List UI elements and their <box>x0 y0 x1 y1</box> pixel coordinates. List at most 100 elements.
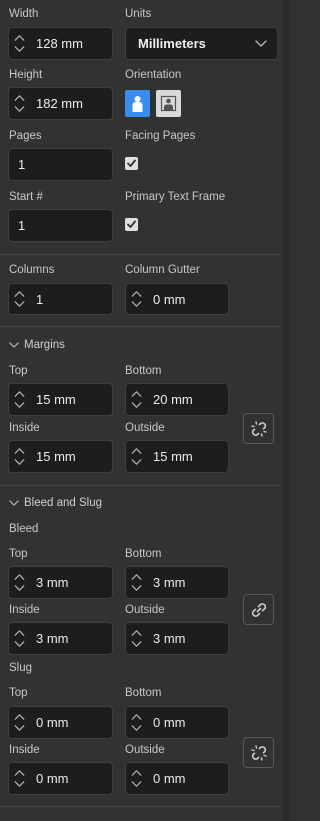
width-stepper[interactable] <box>9 28 32 59</box>
margins-link-button[interactable] <box>243 413 274 444</box>
columns-field[interactable]: 1 <box>8 283 113 315</box>
height-field[interactable]: 182 mm <box>8 87 113 120</box>
landscape-button[interactable] <box>156 90 181 117</box>
column-gutter-value[interactable]: 0 mm <box>149 292 186 307</box>
slug-inside-label: Inside <box>9 744 40 756</box>
height-value[interactable]: 182 mm <box>32 96 83 111</box>
chevron-up-icon[interactable] <box>14 95 25 101</box>
chevron-down-icon[interactable] <box>131 301 142 307</box>
chevron-down-icon[interactable] <box>14 459 25 465</box>
primary-text-frame-checkbox[interactable] <box>125 218 138 231</box>
slug-top-stepper[interactable] <box>9 707 32 738</box>
slug-bottom-value[interactable]: 0 mm <box>149 715 186 730</box>
chevron-up-icon[interactable] <box>14 448 25 454</box>
bleed-top-field[interactable]: 3 mm <box>8 566 113 599</box>
chevron-down-icon[interactable] <box>131 781 142 787</box>
chevron-up-icon[interactable] <box>131 291 142 297</box>
slug-outside-value[interactable]: 0 mm <box>149 771 186 786</box>
chevron-down-icon[interactable] <box>131 641 142 647</box>
chevron-up-icon[interactable] <box>14 574 25 580</box>
slug-inside-value[interactable]: 0 mm <box>32 771 69 786</box>
slug-inside-stepper[interactable] <box>9 763 32 794</box>
bleed-bottom-stepper[interactable] <box>126 567 149 598</box>
width-value[interactable]: 128 mm <box>32 36 83 51</box>
start-field[interactable]: 1 <box>8 209 113 242</box>
slug-bottom-stepper[interactable] <box>126 707 149 738</box>
chevron-down-icon <box>9 342 19 348</box>
column-gutter-stepper[interactable] <box>126 284 149 314</box>
chevron-up-icon[interactable] <box>131 448 142 454</box>
facing-pages-checkbox[interactable] <box>125 157 138 170</box>
chevron-down-icon[interactable] <box>14 585 25 591</box>
chevron-down-icon[interactable] <box>14 781 25 787</box>
chevron-down-icon[interactable] <box>14 725 25 731</box>
chevron-down-icon[interactable] <box>14 641 25 647</box>
portrait-button[interactable] <box>125 90 150 117</box>
bleed-outside-field[interactable]: 3 mm <box>125 622 229 655</box>
chevron-up-icon[interactable] <box>131 770 142 776</box>
margin-inside-value[interactable]: 15 mm <box>32 449 76 464</box>
slug-top-value[interactable]: 0 mm <box>32 715 69 730</box>
slug-top-field[interactable]: 0 mm <box>8 706 113 739</box>
margin-inside-stepper[interactable] <box>9 441 32 472</box>
slug-link-button[interactable] <box>243 737 274 768</box>
column-gutter-field[interactable]: 0 mm <box>125 283 229 315</box>
chevron-down-icon[interactable] <box>14 301 25 307</box>
chevron-down-icon[interactable] <box>14 402 25 408</box>
chevron-down-icon[interactable] <box>131 585 142 591</box>
slug-outside-field[interactable]: 0 mm <box>125 762 229 795</box>
pages-value[interactable]: 1 <box>9 157 25 172</box>
divider <box>0 326 281 327</box>
width-label: Width <box>9 8 39 20</box>
bleed-top-stepper[interactable] <box>9 567 32 598</box>
chevron-down-icon[interactable] <box>131 459 142 465</box>
chevron-up-icon[interactable] <box>131 714 142 720</box>
slug-outside-stepper[interactable] <box>126 763 149 794</box>
margin-top-value[interactable]: 15 mm <box>32 392 76 407</box>
chevron-up-icon[interactable] <box>14 291 25 297</box>
chevron-up-icon[interactable] <box>131 630 142 636</box>
chevron-up-icon[interactable] <box>14 35 25 41</box>
margin-outside-stepper[interactable] <box>126 441 149 472</box>
bleed-bottom-value[interactable]: 3 mm <box>149 575 186 590</box>
chevron-up-icon[interactable] <box>131 574 142 580</box>
start-value[interactable]: 1 <box>9 218 25 233</box>
columns-stepper[interactable] <box>9 284 32 314</box>
chevron-down-icon[interactable] <box>14 46 25 52</box>
margin-bottom-field[interactable]: 20 mm <box>125 383 229 416</box>
margin-outside-field[interactable]: 15 mm <box>125 440 229 473</box>
bleed-bottom-field[interactable]: 3 mm <box>125 566 229 599</box>
units-dropdown[interactable]: Millimeters <box>125 27 278 60</box>
bleed-inside-stepper[interactable] <box>9 623 32 654</box>
height-stepper[interactable] <box>9 88 32 119</box>
chevron-up-icon[interactable] <box>131 391 142 397</box>
chevron-up-icon[interactable] <box>14 391 25 397</box>
chevron-down-icon[interactable] <box>14 106 25 112</box>
bleed-outside-stepper[interactable] <box>126 623 149 654</box>
bleed-link-button[interactable] <box>243 594 274 625</box>
bleed-inside-field[interactable]: 3 mm <box>8 622 113 655</box>
width-field[interactable]: 128 mm <box>8 27 113 60</box>
margin-top-stepper[interactable] <box>9 384 32 415</box>
bleed-outside-value[interactable]: 3 mm <box>149 631 186 646</box>
bleed-inside-value[interactable]: 3 mm <box>32 631 69 646</box>
chevron-down-icon[interactable] <box>131 725 142 731</box>
margin-top-field[interactable]: 15 mm <box>8 383 113 416</box>
margin-bottom-value[interactable]: 20 mm <box>149 392 193 407</box>
bleed-slug-section-header[interactable]: Bleed and Slug <box>9 497 102 509</box>
margin-outside-value[interactable]: 15 mm <box>149 449 193 464</box>
bleed-top-value[interactable]: 3 mm <box>32 575 69 590</box>
margin-inside-field[interactable]: 15 mm <box>8 440 113 473</box>
chevron-up-icon[interactable] <box>14 714 25 720</box>
chevron-down-icon[interactable] <box>131 402 142 408</box>
columns-value[interactable]: 1 <box>32 292 43 307</box>
margins-section-header[interactable]: Margins <box>9 339 65 351</box>
pages-field[interactable]: 1 <box>8 148 113 181</box>
slug-inside-field[interactable]: 0 mm <box>8 762 113 795</box>
scrollbar[interactable] <box>283 0 290 821</box>
slug-bottom-field[interactable]: 0 mm <box>125 706 229 739</box>
chevron-up-icon[interactable] <box>14 630 25 636</box>
margin-bottom-stepper[interactable] <box>126 384 149 415</box>
chevron-up-icon[interactable] <box>14 770 25 776</box>
slug-outside-label: Outside <box>125 744 165 756</box>
